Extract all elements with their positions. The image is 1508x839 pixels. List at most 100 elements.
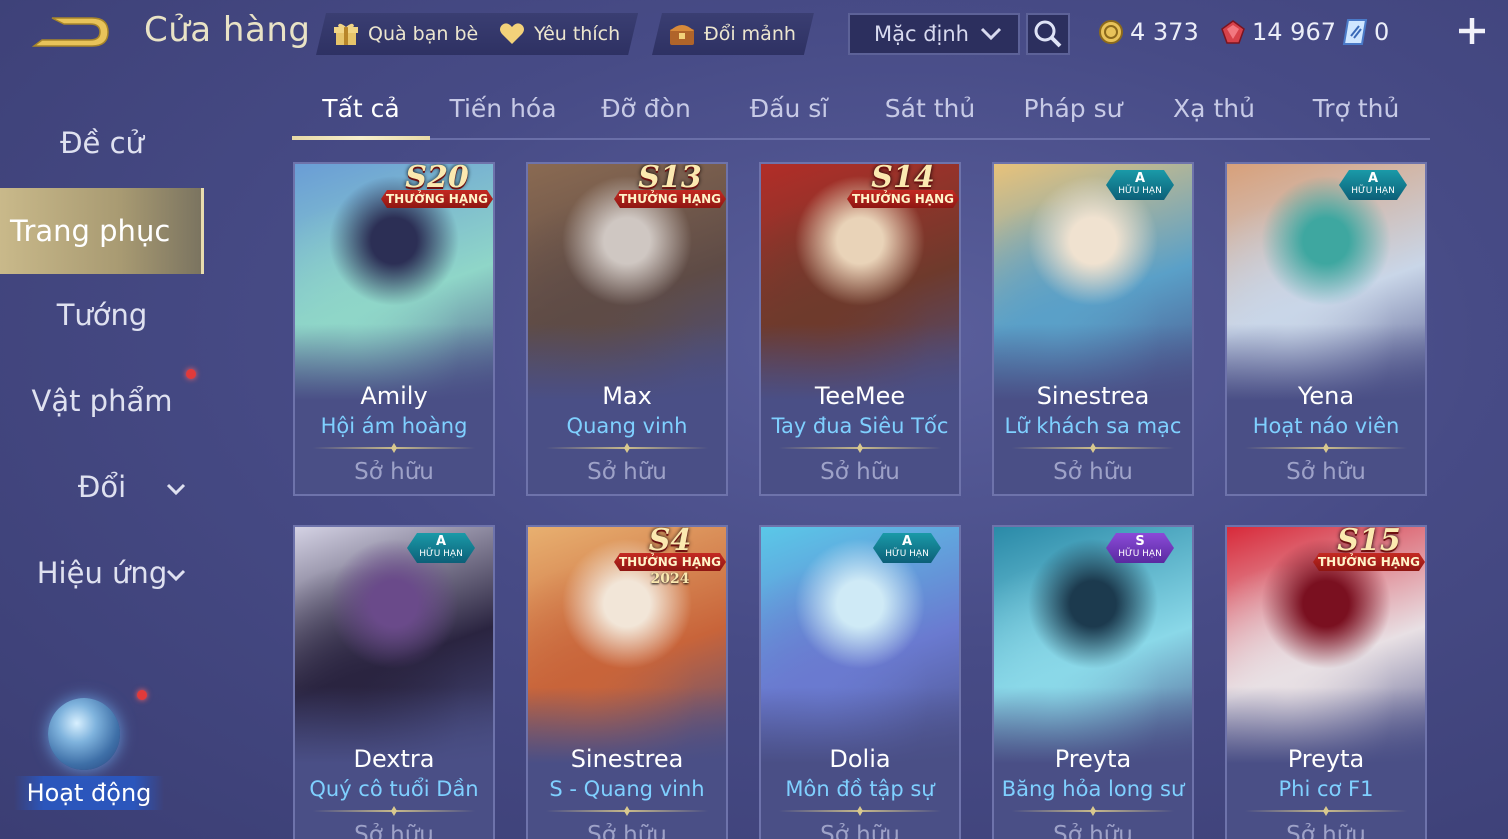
card-divider (1012, 810, 1174, 812)
sidebar-item-items[interactable]: Vật phẩm (0, 384, 204, 424)
badge-grade: A (435, 534, 447, 549)
sidebar-item-recommended[interactable]: Đề cử (0, 126, 204, 166)
skin-card[interactable]: S14 THƯỞNG HẠNG TeeMee Tay đua Siêu Tốc Sở h… (759, 162, 961, 496)
skin-name: Hoạt náo viên (1252, 414, 1400, 438)
skin-card[interactable]: S4 THƯỞNG HẠNG 2024 Sinestrea S - Quang vinh… (526, 525, 728, 839)
notification-dot (186, 369, 196, 379)
hero-name: Preyta (1054, 745, 1132, 773)
card-divider (313, 810, 475, 812)
skin-name: Băng hỏa long sư (1001, 777, 1185, 801)
sidebar-item-heroes[interactable]: Tướng (0, 298, 204, 338)
activity-orb-icon (48, 698, 120, 770)
card-divider (546, 810, 708, 812)
chevron-down-icon (166, 483, 186, 496)
owned-status: Sở hữu (587, 822, 667, 839)
tab-support[interactable]: Trợ thủ (1313, 94, 1400, 123)
heart-icon (498, 20, 526, 48)
tab-fighter[interactable]: Đấu sĩ (750, 94, 828, 123)
hero-name: Max (602, 382, 652, 410)
friend-gift-label: Quà bạn bè (368, 23, 479, 45)
tab-evolution[interactable]: Tiến hóa (449, 94, 556, 123)
favorites-button[interactable]: Yêu thích (482, 13, 638, 55)
skin-card[interactable]: A HỮU HẠN Dolia Môn đồ tập sự Sở hữu (759, 525, 961, 839)
card-divider (779, 447, 941, 449)
owned-status: Sở hữu (820, 459, 900, 485)
owned-status: Sở hữu (587, 459, 667, 485)
card-divider (546, 447, 708, 449)
exchange-shards-label: Đổi mảnh (704, 23, 796, 45)
voucher-gem-icon (1221, 20, 1245, 44)
sidebar-item-label: Vật phẩm (31, 384, 173, 418)
sidebar-item-effects[interactable]: Hiệu ứng (0, 556, 204, 596)
badge-grade: A (1134, 171, 1146, 186)
badge-ribbon: THƯỞNG HẠNG (847, 190, 959, 208)
exchange-shards-button[interactable]: Đổi mảnh (652, 13, 814, 55)
card-divider (779, 810, 941, 812)
sidebar-item-label: Đổi (77, 470, 127, 504)
quan-huy-icon (1342, 19, 1368, 45)
badge-text: HỮU HẠN (1118, 549, 1162, 559)
badge-year: 2024 (650, 571, 690, 587)
chest-icon (668, 20, 696, 48)
owned-status: Sở hữu (1286, 459, 1366, 485)
sort-dropdown[interactable]: Mặc định (848, 13, 1020, 55)
tab-assassin[interactable]: Sát thủ (885, 94, 975, 123)
friend-gift-button[interactable]: Quà bạn bè (316, 13, 496, 55)
skin-card[interactable]: A HỮU HẠN Yena Hoạt náo viên Sở hữu (1225, 162, 1427, 496)
page-title: Cửa hàng (144, 10, 311, 50)
hero-name: Dextra (353, 745, 435, 773)
tab-marksman[interactable]: Xạ thủ (1173, 94, 1255, 123)
skin-card[interactable]: A HỮU HẠN Dextra Quý cô tuổi Dần Sở hữu (293, 525, 495, 839)
skin-card[interactable]: S20 THƯỞNG HẠNG Amily Hội ám hoàng Sở hữu (293, 162, 495, 496)
sidebar-item-label: Hiệu ứng (36, 556, 168, 590)
active-tab-indicator (292, 136, 430, 140)
activity-button[interactable]: Hoạt động (10, 694, 170, 814)
skin-name: Tay đua Siêu Tốc (771, 414, 949, 438)
season-rank-badge: S14 THƯỞNG HẠNG (847, 164, 959, 212)
limited-badge: A HỮU HẠN (1339, 170, 1407, 200)
skin-name: Lữ khách sa mạc (1004, 414, 1182, 438)
skin-card[interactable]: S HỮU HẠN Preyta Băng hỏa long sư Sở hữu (992, 525, 1194, 839)
quan-huy-amount: 0 (1374, 18, 1390, 46)
sort-value: Mặc định (874, 22, 969, 46)
tab-mage[interactable]: Pháp sư (1024, 94, 1123, 123)
hero-name: Yena (1297, 382, 1355, 410)
voucher-amount: 14 967 (1252, 18, 1336, 46)
limited-badge: A HỮU HẠN (873, 533, 941, 563)
tab-tank[interactable]: Đỡ đòn (601, 94, 691, 123)
owned-status: Sở hữu (1053, 459, 1133, 485)
chevron-down-icon (980, 27, 1002, 41)
sidebar-item-label: Trang phục (10, 214, 171, 248)
badge-ribbon: THƯỞNG HẠNG (1313, 553, 1425, 571)
season-rank-badge: S15 THƯỞNG HẠNG (1313, 527, 1425, 575)
skin-card[interactable]: A HỮU HẠN Sinestrea Lữ khách sa mạc Sở hữu (992, 162, 1194, 496)
card-divider (1245, 447, 1407, 449)
skin-name: Môn đồ tập sự (785, 777, 935, 801)
badge-grade: A (1367, 171, 1379, 186)
badge-text: HỮU HẠN (1118, 186, 1162, 196)
plus-icon[interactable] (1455, 14, 1489, 48)
sidebar-item-exchange[interactable]: Đổi (0, 470, 204, 510)
activity-label: Hoạt động (14, 776, 164, 810)
badge-text: HỮU HẠN (885, 549, 929, 559)
skin-card[interactable]: S15 THƯỞNG HẠNG Preyta Phi cơ F1 Sở hữu (1225, 525, 1427, 839)
back-arrow-icon[interactable] (30, 12, 112, 52)
gift-icon (332, 20, 360, 48)
sidebar-item-costumes[interactable]: Trang phục (0, 188, 204, 274)
gold-balance: 4 373 (1098, 14, 1199, 50)
voucher-balance: 14 967 (1220, 14, 1336, 50)
skin-name: Quang vinh (566, 414, 688, 438)
badge-grade: S (1135, 534, 1145, 549)
skin-card[interactable]: S13 THƯỞNG HẠNG Max Quang vinh Sở hữu (526, 162, 728, 496)
card-divider (313, 447, 475, 449)
search-icon (1034, 20, 1062, 48)
hero-name: TeeMee (814, 382, 906, 410)
search-button[interactable] (1026, 13, 1070, 55)
skin-name: Hội ám hoàng (320, 414, 468, 438)
category-tabs: Tất cả Tiến hóa Đỡ đòn Đấu sĩ Sát thủ Ph… (292, 88, 1430, 140)
skin-name: Phi cơ F1 (1278, 777, 1374, 801)
season-rank-badge: S13 THƯỞNG HẠNG (614, 164, 726, 212)
badge-ribbon: THƯỞNG HẠNG (614, 553, 726, 571)
sidebar-item-label: Đề cử (60, 126, 144, 160)
tab-all[interactable]: Tất cả (322, 94, 399, 123)
